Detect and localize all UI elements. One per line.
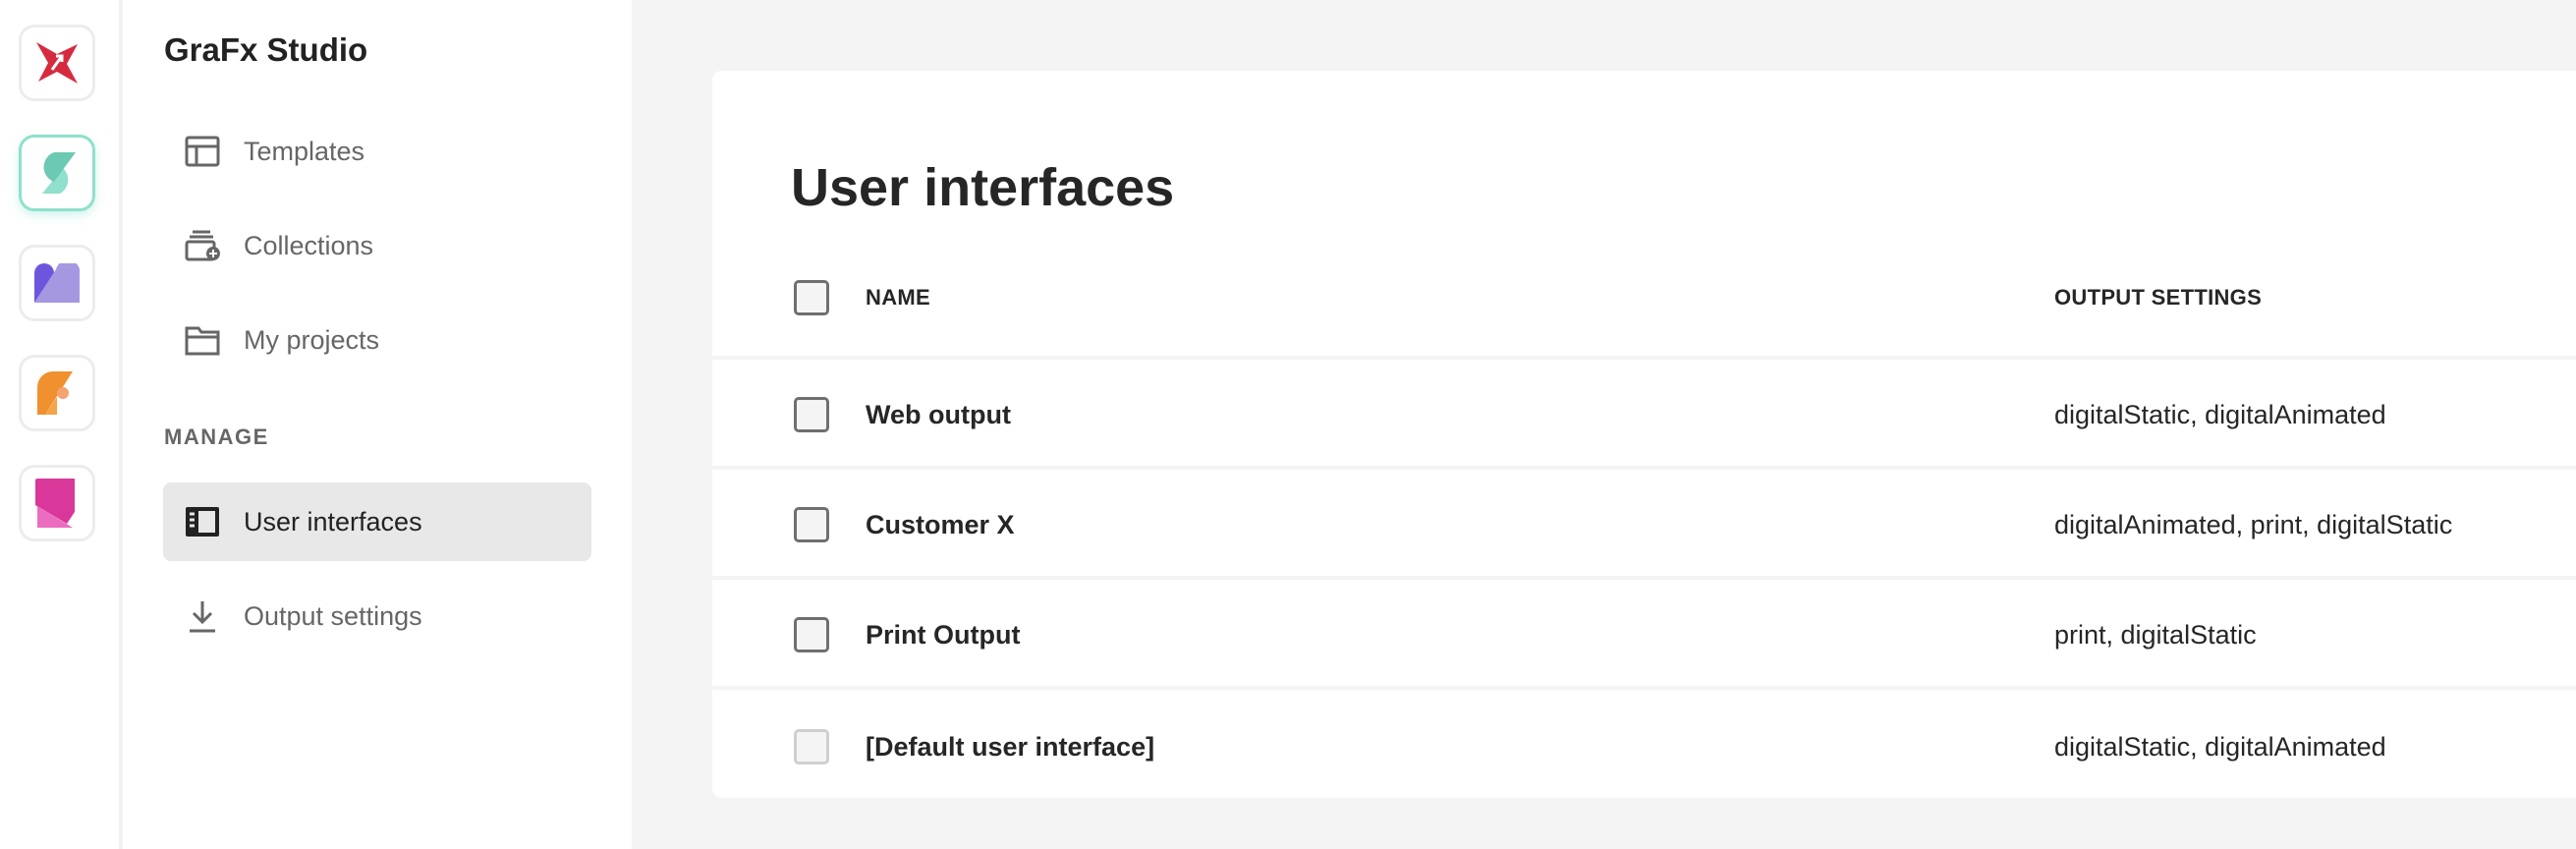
table-row[interactable]: Web output digitalStatic, digitalAnimate… bbox=[712, 364, 2576, 470]
row-output-settings: print, digitalStatic bbox=[2054, 619, 2257, 650]
column-header-output-settings[interactable]: OUTPUT SETTINGS bbox=[2054, 285, 2262, 311]
table-row[interactable]: [Default user interface] digitalStatic, … bbox=[712, 694, 2576, 800]
row-checkbox[interactable] bbox=[794, 617, 829, 652]
studio-app-button[interactable] bbox=[19, 135, 95, 211]
app-switcher-rail bbox=[0, 0, 122, 849]
sidebar: GraFx Studio Templates Collections My pr… bbox=[123, 0, 632, 849]
table-row[interactable]: Print Output print, digitalStatic bbox=[712, 584, 2576, 690]
sidebar-item-label: My projects bbox=[244, 324, 380, 355]
column-header-name[interactable]: NAME bbox=[866, 285, 930, 311]
orange-app-icon bbox=[37, 371, 73, 415]
grafx-logo-icon bbox=[36, 42, 78, 84]
row-output-settings: digitalStatic, digitalAnimated bbox=[2054, 399, 2386, 429]
pink-app-icon bbox=[35, 479, 75, 528]
row-name[interactable]: Customer X bbox=[866, 510, 1015, 540]
sidebar-item-output-settings[interactable]: Output settings bbox=[163, 577, 591, 655]
sidebar-item-label: User interfaces bbox=[244, 506, 422, 537]
row-output-settings: digitalStatic, digitalAnimated bbox=[2054, 731, 2386, 762]
sidebar-item-collections[interactable]: Collections bbox=[163, 206, 591, 285]
sidebar-item-label: Output settings bbox=[244, 600, 422, 631]
folder-icon bbox=[183, 320, 222, 360]
page-title: User interfaces bbox=[791, 158, 1175, 217]
sidebar-item-templates[interactable]: Templates bbox=[163, 112, 591, 191]
sidebar-item-my-projects[interactable]: My projects bbox=[163, 301, 591, 379]
row-checkbox-disabled bbox=[794, 729, 829, 764]
purple-app-button[interactable] bbox=[19, 245, 95, 321]
row-name[interactable]: Web output bbox=[866, 400, 1011, 430]
collections-icon bbox=[183, 226, 222, 265]
select-all-checkbox[interactable] bbox=[794, 280, 829, 315]
download-icon bbox=[183, 596, 222, 636]
user-interface-icon bbox=[183, 502, 222, 541]
template-icon bbox=[183, 132, 222, 171]
manage-heading: MANAGE bbox=[164, 424, 269, 449]
row-checkbox[interactable] bbox=[794, 507, 829, 542]
row-name[interactable]: Print Output bbox=[866, 620, 1020, 651]
app-title: GraFx Studio bbox=[164, 31, 368, 68]
row-checkbox[interactable] bbox=[794, 397, 829, 432]
row-output-settings: digitalAnimated, print, digitalStatic bbox=[2054, 509, 2453, 539]
sidebar-item-label: Templates bbox=[244, 136, 365, 166]
sidebar-item-label: Collections bbox=[244, 230, 374, 260]
user-interfaces-panel: User interfaces NAME OUTPUT SETTINGS Web… bbox=[712, 71, 2576, 798]
row-name[interactable]: [Default user interface] bbox=[866, 732, 1154, 763]
grafx-app-button[interactable] bbox=[19, 25, 95, 101]
studio-logo-icon bbox=[42, 152, 76, 194]
table-row[interactable]: Customer X digitalAnimated, print, digit… bbox=[712, 474, 2576, 580]
orange-app-button[interactable] bbox=[19, 355, 95, 431]
sidebar-item-user-interfaces[interactable]: User interfaces bbox=[163, 482, 591, 561]
pink-app-button[interactable] bbox=[19, 465, 95, 541]
table-header: NAME OUTPUT SETTINGS bbox=[712, 240, 2576, 360]
purple-app-icon bbox=[34, 263, 80, 303]
